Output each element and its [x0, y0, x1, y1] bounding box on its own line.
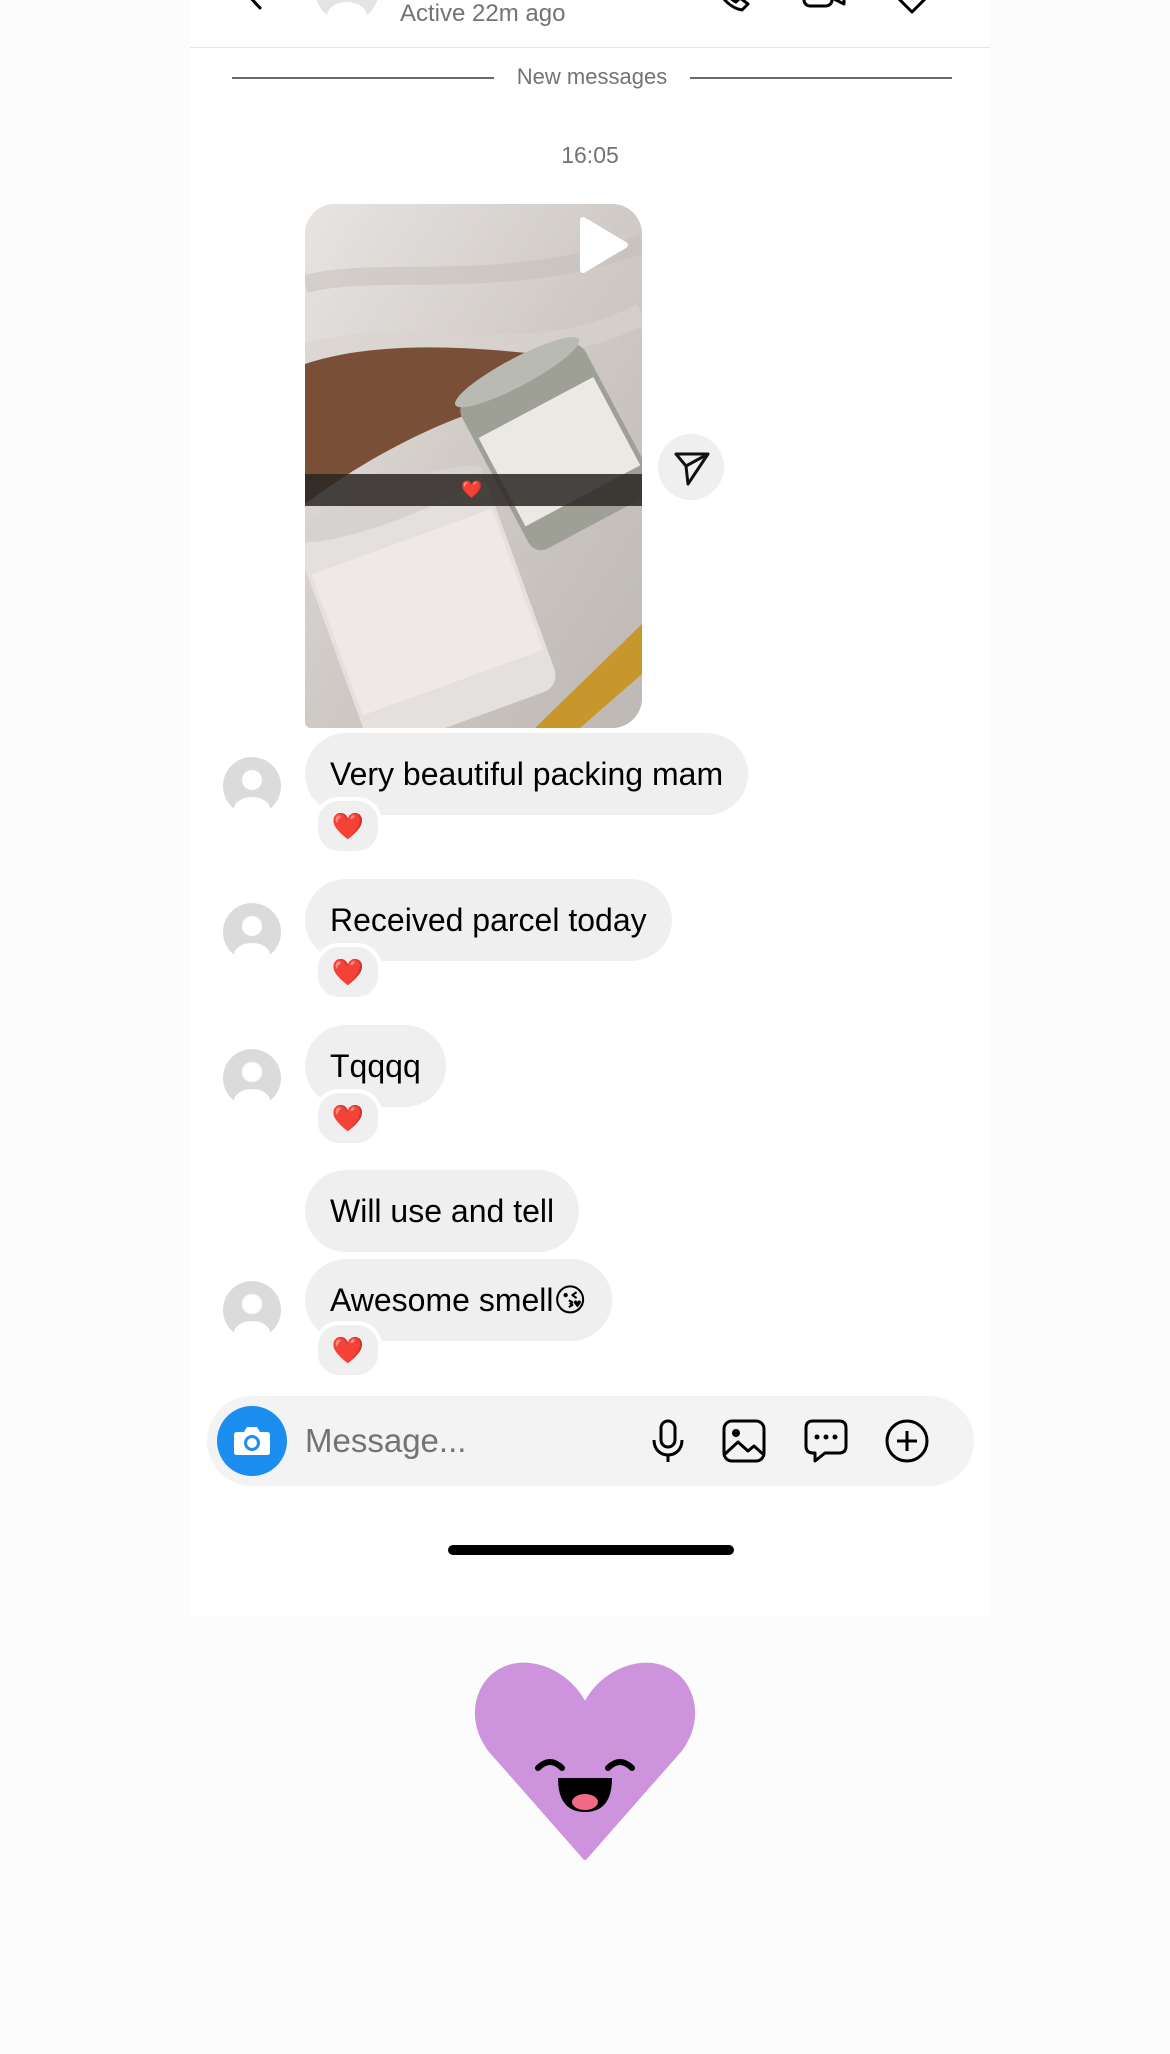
heart-reaction: ❤️: [331, 956, 365, 987]
sender-avatar[interactable]: [223, 903, 281, 961]
active-status: Active 22m ago: [400, 0, 566, 27]
play-icon[interactable]: [577, 216, 629, 274]
message-input[interactable]: [305, 1418, 625, 1464]
video-thumbnail: [305, 204, 642, 728]
message-reaction[interactable]: ❤️: [314, 943, 382, 1001]
divider-line: [690, 77, 952, 79]
message-timestamp: 16:05: [561, 142, 619, 168]
sender-avatar[interactable]: [223, 757, 281, 815]
sender-avatar[interactable]: [223, 1281, 281, 1339]
camera-button[interactable]: [217, 1406, 287, 1476]
message-bubble[interactable]: Will use and tell: [305, 1170, 580, 1252]
heart-reaction: ❤️: [331, 1334, 365, 1365]
share-button[interactable]: [658, 434, 724, 500]
sender-avatar[interactable]: [223, 1049, 281, 1107]
contact-avatar[interactable]: [315, 0, 379, 22]
smiling-heart-sticker: [474, 1662, 696, 1860]
phone-icon[interactable]: [710, 0, 754, 16]
gallery-icon[interactable]: [721, 1418, 767, 1464]
message-reaction[interactable]: ❤️: [314, 1321, 382, 1379]
message-reaction[interactable]: ❤️: [314, 1089, 382, 1147]
back-icon[interactable]: [240, 0, 270, 10]
sticker-icon[interactable]: [803, 1418, 849, 1464]
video-message[interactable]: ❤️: [305, 204, 642, 728]
plus-icon[interactable]: [884, 1418, 930, 1464]
microphone-icon[interactable]: [645, 1418, 691, 1464]
camera-icon: [234, 1427, 270, 1455]
heart-icon[interactable]: [890, 0, 934, 16]
video-call-icon[interactable]: [802, 0, 846, 16]
chat-header: Active 22m ago: [190, 0, 990, 48]
home-indicator: [448, 1545, 734, 1555]
video-reaction: ❤️: [461, 480, 483, 499]
new-messages-divider: New messages: [232, 62, 952, 92]
heart-reaction: ❤️: [331, 810, 365, 841]
message-reaction[interactable]: ❤️: [314, 797, 382, 855]
chat-screen: Active 22m ago New messages 16:05 ❤️ Ver…: [190, 0, 990, 1615]
heart-reaction: ❤️: [331, 1102, 365, 1133]
share-icon: [674, 452, 710, 486]
message-composer: [207, 1396, 974, 1486]
